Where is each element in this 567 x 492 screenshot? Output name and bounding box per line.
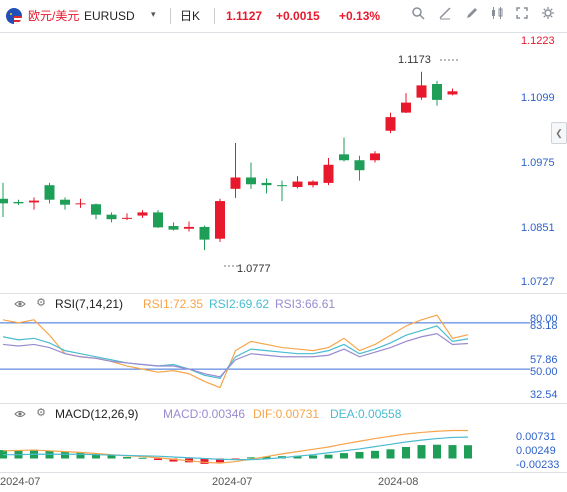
candle-body xyxy=(0,198,8,204)
macd-bar xyxy=(355,451,364,459)
candle-body xyxy=(230,177,241,189)
candle-body xyxy=(199,226,210,240)
candle-body xyxy=(122,217,132,219)
candle-body xyxy=(370,153,380,161)
candle-body xyxy=(13,201,24,204)
rsi-axis-label: 32.54 xyxy=(530,389,558,401)
macd-bar xyxy=(417,445,426,459)
rsi-line-rsi1 xyxy=(2,314,469,389)
macd-bar xyxy=(371,450,379,459)
date-axis-separator xyxy=(0,472,567,473)
rsi3-value: RSI3:66.61 xyxy=(275,297,336,311)
eye-icon[interactable] xyxy=(14,298,26,310)
macd-bar xyxy=(107,455,116,459)
candle-body xyxy=(339,154,349,161)
candle-body xyxy=(401,102,411,113)
price-axis-label: 1.0975 xyxy=(521,157,555,169)
macd-bar xyxy=(76,452,85,459)
date-axis-label: 2024-08 xyxy=(378,476,419,488)
candle-body xyxy=(432,84,442,100)
candle-body xyxy=(106,214,117,220)
candle-body xyxy=(323,164,334,183)
gear-icon[interactable]: ⚙ xyxy=(35,407,47,419)
eye-icon[interactable] xyxy=(14,408,26,420)
dea-value: DEA:0.00558 xyxy=(330,407,402,421)
macd-axis-label: 0.00731 xyxy=(516,431,556,443)
candle-body xyxy=(44,185,55,200)
macd-bar xyxy=(154,458,162,461)
macd-bar xyxy=(324,454,333,459)
dif-value: DIF:0.00731 xyxy=(253,407,320,421)
macd-bar xyxy=(386,449,395,459)
rsi1-value: RSI1:72.35 xyxy=(143,297,204,311)
candle-body xyxy=(215,201,225,239)
low-annotation: 1.0777 xyxy=(237,263,271,275)
candle-body xyxy=(168,226,179,230)
rsi-axis-label: 57.86 xyxy=(530,354,558,366)
candle-body xyxy=(246,177,256,185)
rsi-axis-label: 50.00 xyxy=(530,366,558,378)
candle-body xyxy=(447,91,458,95)
price-axis-label: 1.0851 xyxy=(521,222,555,234)
candle-body xyxy=(29,200,39,203)
candle-body xyxy=(261,182,272,186)
rsi-name: RSI(7,14,21) xyxy=(55,297,124,311)
dea-line xyxy=(3,436,469,461)
expand-panel-icon[interactable]: ❮ xyxy=(551,122,567,144)
candle-body xyxy=(354,160,365,171)
candle-body xyxy=(153,212,163,228)
macd-separator xyxy=(0,403,567,404)
candle-body xyxy=(385,117,396,131)
rsi-line-rsi3 xyxy=(2,333,469,378)
candle-body xyxy=(137,212,148,216)
candle-body xyxy=(277,185,287,187)
candle-body xyxy=(292,181,303,187)
macd-bar xyxy=(61,451,69,459)
macd-bar xyxy=(433,444,441,459)
gear-icon[interactable]: ⚙ xyxy=(35,297,47,309)
macd-bar xyxy=(123,456,131,459)
macd-bar xyxy=(448,445,457,459)
macd-bar xyxy=(402,447,410,459)
macd-bar xyxy=(309,455,317,459)
date-axis-label: 2024-07 xyxy=(212,476,253,488)
dif-line xyxy=(2,429,469,464)
price-axis-label: 1.1223 xyxy=(521,35,555,47)
date-axis-label: 2024-07 xyxy=(0,476,41,488)
macd-axis-label: -0.00233 xyxy=(516,459,560,471)
rsi2-value: RSI2:69.62 xyxy=(209,297,270,311)
candle-body xyxy=(416,85,427,98)
rsi-separator xyxy=(0,293,567,294)
macd-bar xyxy=(340,453,348,459)
rsi-axis-label: 83.18 xyxy=(530,320,558,332)
candle-body xyxy=(75,203,86,205)
macd-bar xyxy=(464,445,472,459)
price-axis-label: 1.1099 xyxy=(521,92,555,104)
candle-body xyxy=(308,181,318,186)
price-axis-label: 1.0727 xyxy=(521,276,555,288)
candle-body xyxy=(184,226,194,229)
candle-body xyxy=(60,199,70,205)
macd-value: MACD:0.00346 xyxy=(163,407,246,421)
macd-bar xyxy=(138,457,147,459)
candle-body xyxy=(91,204,101,215)
macd-axis-label: 0.00249 xyxy=(516,445,556,457)
high-annotation: 1.1173 xyxy=(398,54,431,66)
macd-name: MACD(12,26,9) xyxy=(55,407,139,421)
